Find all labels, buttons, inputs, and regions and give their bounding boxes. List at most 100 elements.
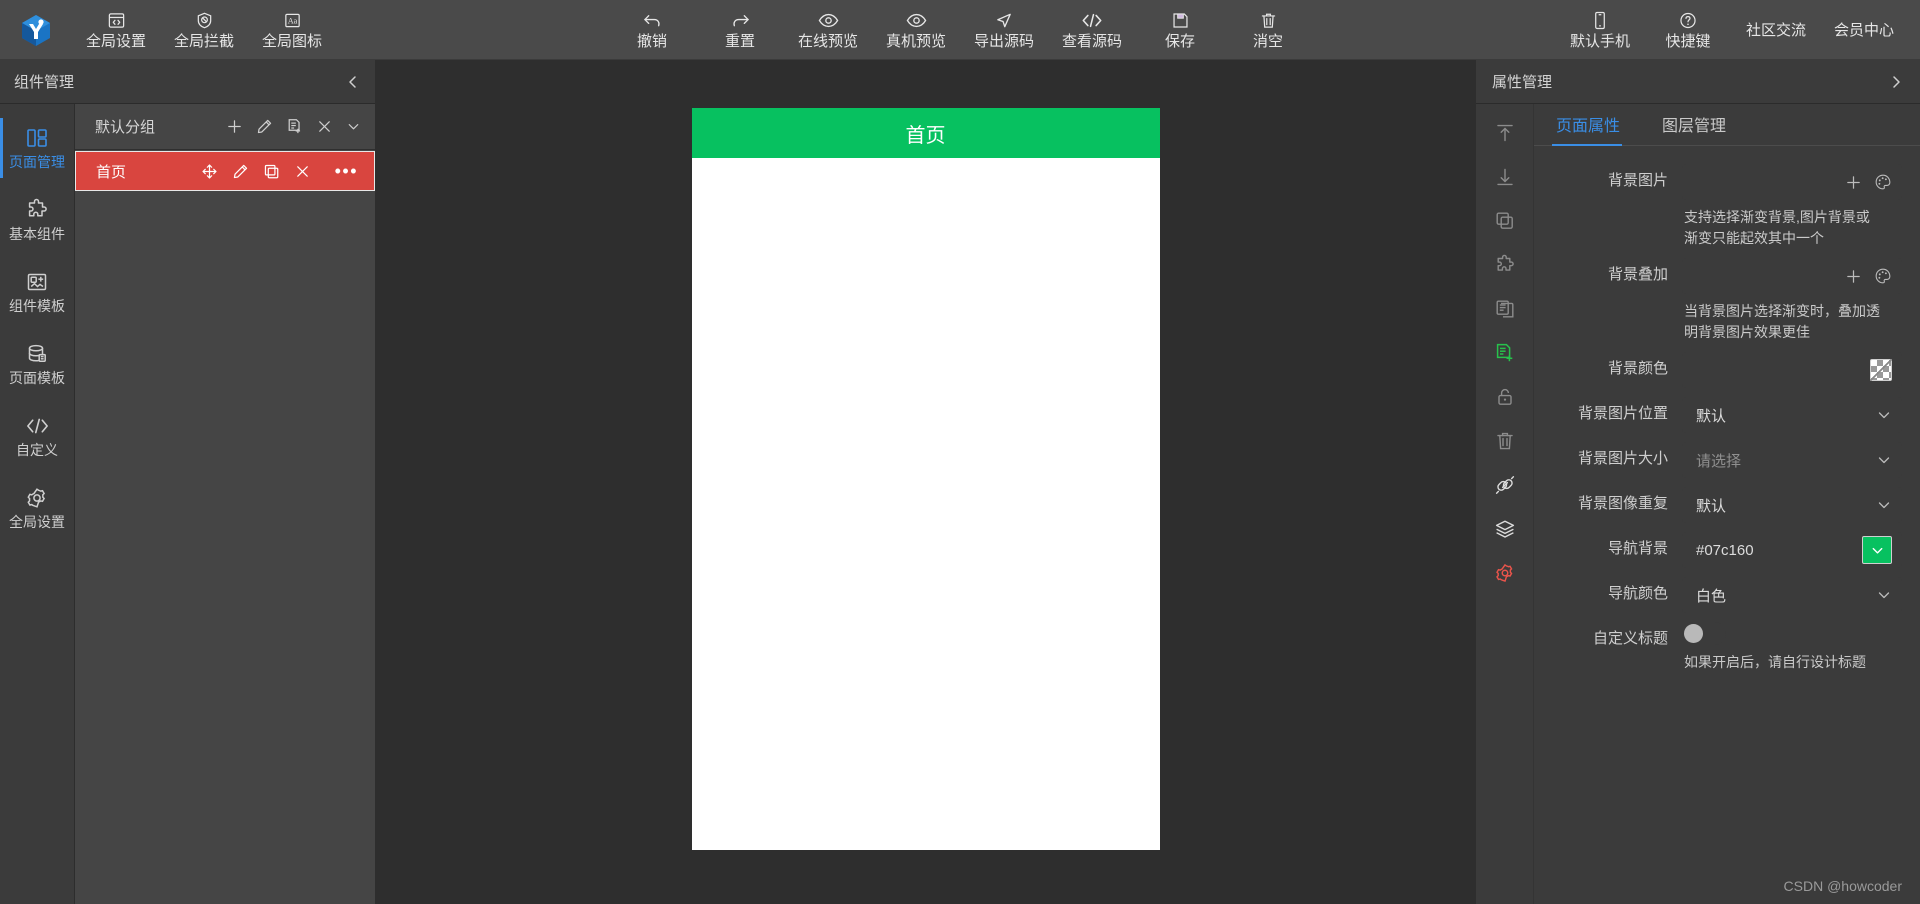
- field-background-size: 背景图片大小 请选择: [1534, 442, 1920, 478]
- reset-button[interactable]: 重置: [696, 2, 784, 58]
- properties-rail: [1476, 104, 1534, 904]
- settings-button[interactable]: [1494, 562, 1516, 584]
- eye-icon: [906, 10, 927, 31]
- online-preview-button[interactable]: 在线预览: [784, 2, 872, 58]
- more-icon[interactable]: •••: [325, 162, 358, 180]
- plus-icon[interactable]: [1845, 174, 1862, 191]
- tab-layer-management[interactable]: 图层管理: [1640, 112, 1746, 145]
- chevron-left-icon[interactable]: [345, 74, 361, 90]
- plus-icon[interactable]: [1845, 268, 1862, 285]
- copy-icon[interactable]: [263, 163, 280, 180]
- chevron-down-icon: [1876, 497, 1892, 513]
- chevron-right-icon[interactable]: [1888, 74, 1904, 90]
- lock-button[interactable]: [1494, 386, 1516, 408]
- palette-icon[interactable]: [1874, 267, 1892, 285]
- toolbar-right-group: 默认手机 快捷键 社区交流 会员中心: [1556, 2, 1908, 58]
- move-icon[interactable]: [201, 163, 218, 180]
- save-button[interactable]: 保存: [1136, 2, 1224, 58]
- undo-icon: [642, 10, 663, 31]
- palette-icon[interactable]: [1874, 173, 1892, 191]
- delete-button[interactable]: [1494, 430, 1516, 452]
- field-label: 背景图片位置: [1577, 405, 1668, 422]
- canvas-area: 首页: [375, 60, 1476, 904]
- shield-block-icon: [195, 10, 214, 31]
- right-panel-body: 页面属性 图层管理 背景图片 支持选择渐变背景,图片背景或渐变只能起效其中一个 …: [1476, 104, 1920, 904]
- global-icons-button[interactable]: Aa 全局图标: [248, 2, 336, 58]
- sidebar-label: 基本组件: [9, 226, 65, 242]
- sidebar-label: 页面模板: [9, 370, 65, 386]
- file-add-icon[interactable]: [286, 118, 303, 135]
- left-rail: 页面管理 基本组件 组件模板 页面模板 自定义 全局设置: [0, 104, 75, 904]
- component-button[interactable]: [1494, 254, 1516, 276]
- background-size-select[interactable]: 请选择: [1682, 442, 1902, 478]
- global-intercept-button[interactable]: 全局拦截: [160, 2, 248, 58]
- nav-color-value: 白色: [1696, 587, 1727, 605]
- device-preview-label: 真机预览: [885, 32, 946, 50]
- chevron-down-icon[interactable]: [346, 119, 361, 134]
- view-source-button[interactable]: 查看源码: [1048, 2, 1136, 58]
- nav-background-swatch-button[interactable]: [1862, 536, 1892, 564]
- online-preview-label: 在线预览: [797, 32, 858, 50]
- tab-page-properties[interactable]: 页面属性: [1534, 112, 1640, 146]
- sidebar-item-custom[interactable]: 自定义: [0, 400, 74, 472]
- field-background-overlay: 背景叠加 当背景图片选择渐变时，叠加透明背景图片效果更佳: [1534, 258, 1920, 343]
- duplicate-button[interactable]: [1494, 210, 1516, 232]
- code-icon: [25, 414, 50, 438]
- device-preview-button[interactable]: 真机预览: [872, 2, 960, 58]
- background-overlay-picker[interactable]: [1682, 258, 1902, 294]
- global-settings-button[interactable]: 全局设置: [72, 2, 160, 58]
- background-position-select[interactable]: 默认: [1682, 397, 1902, 433]
- sidebar-item-page-management[interactable]: 页面管理: [0, 112, 74, 184]
- watermark: CSDN @howcoder: [1783, 878, 1902, 894]
- field-control: 默认: [1682, 397, 1920, 433]
- background-size-value: 请选择: [1696, 452, 1742, 470]
- device-selector-button[interactable]: 默认手机: [1556, 2, 1644, 58]
- pencil-icon[interactable]: [232, 163, 249, 180]
- undo-button[interactable]: 撤销: [608, 2, 696, 58]
- move-to-top-button[interactable]: [1494, 122, 1516, 144]
- save-template-button[interactable]: [1494, 342, 1516, 364]
- nav-background-input[interactable]: #07c160: [1682, 532, 1902, 568]
- custom-title-toggle[interactable]: [1682, 622, 1726, 645]
- clear-button[interactable]: 消空: [1224, 2, 1312, 58]
- link-button[interactable]: [1494, 474, 1516, 496]
- toolbar-left-group: 全局设置 全局拦截 Aa 全局图标: [72, 2, 336, 58]
- move-to-bottom-button[interactable]: [1494, 166, 1516, 188]
- sidebar-item-page-template[interactable]: 页面模板: [0, 328, 74, 400]
- close-icon[interactable]: [316, 118, 333, 135]
- background-color-picker[interactable]: [1682, 352, 1902, 388]
- pages-panel: 默认分组 首页 •••: [75, 104, 375, 904]
- sidebar-item-global-settings[interactable]: 全局设置: [0, 472, 74, 544]
- pencil-icon[interactable]: [256, 118, 273, 135]
- sidebar-item-component-template[interactable]: 组件模板: [0, 256, 74, 328]
- phone-nav-title: 首页: [905, 124, 946, 147]
- copy-docs-button[interactable]: [1494, 298, 1516, 320]
- layers-button[interactable]: [1494, 518, 1516, 540]
- text-image-icon: Aa: [283, 10, 302, 31]
- device-selector-label: 默认手机: [1569, 32, 1630, 50]
- main-body: 组件管理 页面管理 基本组件 组件模板 页面模板 自定义 全局设置 默认分组 首…: [0, 60, 1920, 904]
- background-image-picker[interactable]: [1682, 164, 1902, 200]
- group-header: 默认分组: [75, 104, 375, 150]
- table-row[interactable]: 首页 •••: [75, 151, 375, 191]
- toggle-knob: [1684, 624, 1703, 643]
- logo-container[interactable]: [0, 12, 72, 48]
- sidebar-label: 组件模板: [9, 298, 65, 314]
- member-center-link[interactable]: 会员中心: [1820, 19, 1908, 40]
- shortcuts-button[interactable]: 快捷键: [1644, 2, 1732, 58]
- phone-content-area[interactable]: [691, 158, 1160, 850]
- background-repeat-select[interactable]: 默认: [1682, 487, 1902, 523]
- global-icons-label: 全局图标: [261, 32, 322, 50]
- community-link[interactable]: 社区交流: [1732, 19, 1820, 40]
- sidebar-label: 自定义: [16, 442, 58, 458]
- global-settings-label: 全局设置: [85, 32, 146, 50]
- transparent-swatch-icon[interactable]: [1870, 359, 1892, 381]
- global-intercept-label: 全局拦截: [173, 32, 234, 50]
- sidebar-item-basic-components[interactable]: 基本组件: [0, 184, 74, 256]
- phone-preview: 首页: [691, 108, 1160, 850]
- nav-color-select[interactable]: 白色: [1682, 577, 1902, 613]
- close-icon[interactable]: [294, 163, 311, 180]
- export-source-button[interactable]: 导出源码: [960, 2, 1048, 58]
- plus-icon[interactable]: [226, 118, 243, 135]
- toolbar-center-group: 撤销 重置 在线预览 真机预览 导出源码 查看源码 保存 消空: [608, 2, 1312, 58]
